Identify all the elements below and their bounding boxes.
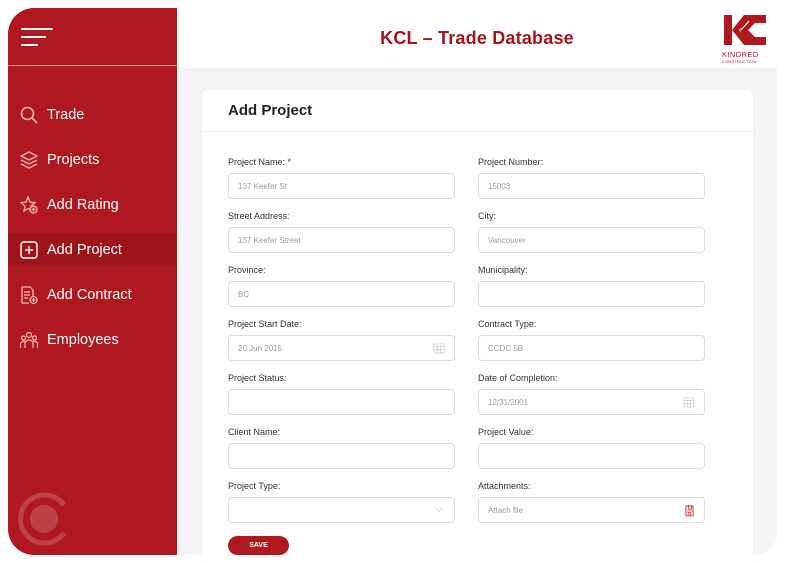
sidebar-item-add-project[interactable]: Add Project: [8, 233, 177, 266]
input-value: Vancouver: [488, 235, 526, 245]
field-label: Street Address:: [228, 211, 290, 221]
field-label: Project Type:: [228, 481, 281, 491]
search-icon: [19, 105, 39, 125]
kc-logo-icon: [724, 15, 766, 45]
field-label: Date of Completion:: [478, 373, 558, 383]
company-logo: KINDRED CONSTRUCTION: [722, 14, 770, 64]
sidebar-item-add-contract[interactable]: Add Contract: [8, 278, 177, 311]
field-label: Project Name: *: [228, 157, 292, 167]
city-field: City: Vancouver: [478, 211, 705, 253]
project-value-field: Project Value:: [478, 427, 705, 469]
field-label: Project Status:: [228, 373, 287, 383]
sidebar-nav: Trade Projects Add Rating Add Project Ad…: [8, 98, 177, 368]
input-placeholder: Attach file: [488, 505, 524, 515]
input-value: 137 Keefer Street: [238, 235, 301, 245]
input-value: CCDC 5B: [488, 343, 524, 353]
input-value: BC: [238, 289, 250, 299]
contract-type-field: Contract Type: CCDC 5B: [478, 319, 705, 361]
sidebar-item-label: Add Project: [47, 241, 122, 258]
chevron-down-icon[interactable]: [433, 504, 445, 516]
field-label: Project Start Date:: [228, 319, 302, 329]
province-input[interactable]: BC: [228, 281, 455, 307]
project-status-field: Project Status:: [228, 373, 455, 415]
field-label: Project Value:: [478, 427, 534, 437]
menu-icon[interactable]: [21, 28, 55, 56]
input-value: 15003: [488, 181, 511, 191]
project-name-input[interactable]: 137 Keefer St: [228, 173, 455, 199]
field-label: Project Number:: [478, 157, 544, 167]
field-label: Municipality:: [478, 265, 528, 275]
attachments-input[interactable]: Attach file: [478, 497, 705, 523]
province-field: Province: BC: [228, 265, 455, 307]
project-status-input[interactable]: [228, 389, 455, 415]
logo-subtext: CONSTRUCTION: [722, 59, 757, 64]
sidebar: Trade Projects Add Rating Add Project Ad…: [8, 8, 177, 555]
field-label: Attachments:: [478, 481, 531, 491]
logo-text: KINDRED: [722, 50, 759, 59]
project-type-field: Project Type:: [228, 481, 455, 523]
project-number-field: Project Number: 15003: [478, 157, 705, 199]
project-name-field: Project Name: * 137 Keefer St: [228, 157, 455, 199]
add-project-card: Add Project Project Name: * 137 Keefer S…: [202, 90, 753, 563]
calendar-icon[interactable]: [433, 342, 445, 354]
project-type-select[interactable]: [228, 497, 455, 523]
city-input[interactable]: Vancouver: [478, 227, 705, 253]
sidebar-item-trade[interactable]: Trade: [8, 98, 177, 131]
sidebar-item-label: Trade: [47, 106, 85, 123]
attach-file-icon[interactable]: [683, 504, 695, 516]
field-label: Province:: [228, 265, 266, 275]
calendar-icon[interactable]: [683, 396, 695, 408]
input-value: 12/31/2001: [488, 397, 529, 407]
project-value-input[interactable]: [478, 443, 705, 469]
plus-square-icon: [19, 240, 39, 260]
date-of-completion-field: Date of Completion: 12/31/2001: [478, 373, 705, 415]
sidebar-item-add-rating[interactable]: Add Rating: [8, 188, 177, 221]
sidebar-header: [8, 8, 177, 66]
star-plus-icon: [19, 194, 39, 215]
street-address-field: Street Address: 137 Keefer Street: [228, 211, 455, 253]
municipality-input[interactable]: [478, 281, 705, 307]
client-name-field: Client Name:: [228, 427, 455, 469]
municipality-field: Municipality:: [478, 265, 705, 307]
brand-watermark-icon: [16, 491, 72, 547]
document-plus-icon: [19, 285, 39, 305]
input-value: 20 Jun 2015: [238, 343, 283, 353]
sidebar-item-projects[interactable]: Projects: [8, 143, 177, 176]
contract-type-input[interactable]: CCDC 5B: [478, 335, 705, 361]
layers-icon: [19, 150, 39, 170]
project-number-input[interactable]: 15003: [478, 173, 705, 199]
people-icon: [19, 330, 39, 350]
sidebar-item-employees[interactable]: Employees: [8, 323, 177, 356]
project-start-date-input[interactable]: 20 Jun 2015: [228, 335, 455, 361]
input-value: 137 Keefer St: [238, 181, 287, 191]
attachments-field: Attachments: Attach file: [478, 481, 705, 523]
form-title: Add Project: [202, 90, 753, 132]
sidebar-item-label: Projects: [47, 151, 100, 168]
field-label: City:: [478, 211, 496, 221]
street-address-input[interactable]: 137 Keefer Street: [228, 227, 455, 253]
sidebar-item-label: Add Rating: [47, 196, 119, 213]
project-start-date-field: Project Start Date: 20 Jun 2015: [228, 319, 455, 361]
field-label: Contract Type:: [478, 319, 537, 329]
client-name-input[interactable]: [228, 443, 455, 469]
page-title: KCL – Trade Database: [380, 28, 574, 48]
sidebar-item-label: Add Contract: [47, 286, 132, 303]
sidebar-item-label: Employees: [47, 331, 119, 348]
date-of-completion-input[interactable]: 12/31/2001: [478, 389, 705, 415]
save-button[interactable]: SAVE: [228, 536, 289, 555]
field-label: Client Name:: [228, 427, 281, 437]
